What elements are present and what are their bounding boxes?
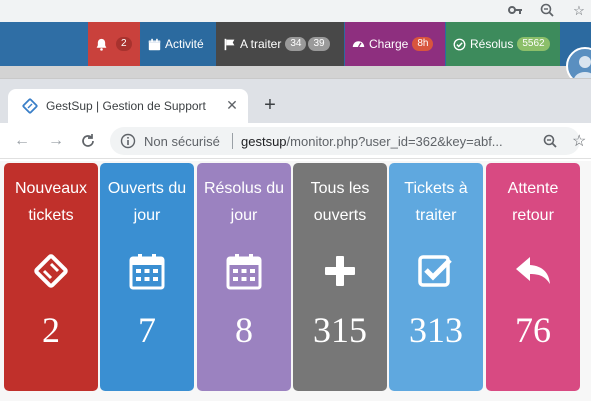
zoom-out-icon[interactable] — [542, 133, 558, 149]
outer-browser-toolbar: ☆ — [0, 0, 591, 22]
load-badge: 8h — [412, 37, 434, 51]
tile-count: 8 — [235, 310, 253, 350]
calendar-icon — [147, 37, 161, 51]
calendar-icon — [127, 251, 167, 291]
ticket-favicon-icon — [22, 98, 38, 114]
forward-arrow-icon[interactable]: → — [46, 131, 66, 151]
tile-count: 7 — [138, 310, 156, 350]
reply-icon — [513, 251, 553, 291]
url-field[interactable]: Non sécurisé gestsup/monitor.php?user_id… — [110, 127, 586, 155]
tab-strip: GestSup | Gestion de Support ✕ + — [0, 79, 591, 123]
tab-title: GestSup | Gestion de Support — [46, 99, 206, 113]
tile-awaiting-reply[interactable]: Attente retour 76 — [486, 163, 580, 391]
close-icon[interactable]: ✕ — [224, 97, 240, 113]
tile-count: 313 — [409, 310, 463, 350]
tile-label: Résolus du jour — [203, 180, 285, 224]
url-path: /monitor.php?user_id=362&key=abf... — [286, 134, 503, 149]
tile-label: Ouverts du jour — [107, 180, 187, 224]
new-tab-button[interactable]: + — [260, 95, 280, 115]
tile-new-tickets[interactable]: Nouveaux tickets 2 — [4, 163, 98, 391]
tab-gestsup[interactable]: GestSup | Gestion de Support ✕ — [8, 89, 248, 123]
dashboard-gauge-icon — [351, 37, 365, 51]
app-navbar: 2 Activité A traiter 34 39 Charge 8h Rés… — [0, 22, 591, 85]
tile-count: 2 — [42, 310, 60, 350]
url-separator — [232, 133, 233, 149]
reload-icon[interactable] — [78, 131, 98, 151]
load-button[interactable]: Charge 8h — [345, 22, 445, 66]
check-circle-icon — [452, 37, 466, 51]
todo-badge-2: 39 — [308, 37, 330, 51]
resolved-button[interactable]: Résolus 5562 — [446, 22, 560, 66]
navbar-brand-area — [0, 22, 88, 66]
activity-label: Activité — [165, 37, 204, 51]
tile-label: Tous les ouverts — [310, 180, 370, 224]
tile-label: Tickets à traiter — [404, 180, 468, 224]
key-icon[interactable] — [506, 2, 524, 20]
url-host: gestsup — [241, 134, 287, 149]
tile-all-open[interactable]: Tous les ouverts 315 — [293, 163, 387, 391]
bell-icon — [94, 37, 108, 51]
security-label: Non sécurisé — [144, 134, 220, 149]
tile-resolved-today[interactable]: Résolus du jour 8 — [197, 163, 291, 391]
activity-button[interactable]: Activité — [141, 22, 215, 66]
bookmark-star-icon[interactable]: ☆ — [570, 2, 588, 20]
todo-button[interactable]: A traiter 34 39 — [216, 22, 344, 66]
monitor-tiles: Nouveaux tickets 2 Ouverts du jour 7 Rés… — [0, 161, 591, 401]
tile-tickets-to-process[interactable]: Tickets à traiter 313 — [389, 163, 483, 391]
calendar-icon — [224, 251, 264, 291]
todo-label: A traiter — [240, 37, 282, 51]
tile-count: 315 — [313, 310, 367, 350]
address-bar: ← → Non sécurisé gestsup/monitor.php?use… — [0, 123, 591, 159]
zoom-icon[interactable] — [538, 2, 556, 20]
load-label: Charge — [369, 37, 409, 51]
tile-opened-today[interactable]: Ouverts du jour 7 — [100, 163, 194, 391]
url-text: gestsup/monitor.php?user_id=362&key=abf.… — [241, 134, 503, 149]
flag-icon — [222, 37, 236, 51]
tile-label: Attente retour — [507, 180, 559, 224]
ticket-icon — [31, 251, 71, 291]
notifications-button[interactable]: 2 — [88, 22, 140, 66]
inner-browser-window: GestSup | Gestion de Support ✕ + ← → Non… — [0, 78, 591, 401]
notifications-badge: 2 — [116, 37, 132, 51]
tile-count: 76 — [515, 310, 551, 350]
check-square-icon — [416, 251, 456, 291]
info-icon[interactable] — [120, 133, 136, 149]
plus-icon — [320, 251, 360, 291]
tile-label: Nouveaux tickets — [14, 180, 88, 224]
todo-badge-1: 34 — [285, 37, 307, 51]
resolved-label: Résolus — [470, 37, 514, 51]
resolved-badge: 5562 — [517, 37, 550, 51]
star-icon[interactable]: ☆ — [572, 131, 586, 151]
back-arrow-icon[interactable]: ← — [12, 131, 32, 151]
